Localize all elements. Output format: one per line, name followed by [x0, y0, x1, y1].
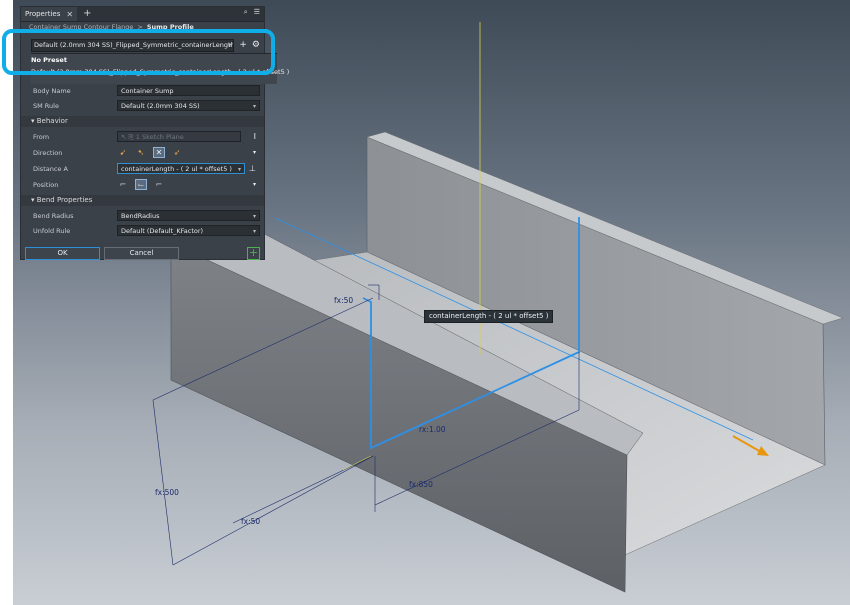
tab-label: Properties: [25, 10, 61, 18]
breadcrumb-current: Sump Profile: [146, 23, 194, 31]
direction-default-icon[interactable]: ➹: [117, 147, 129, 158]
bend-radius-value: BendRadius: [121, 212, 160, 220]
dim-bottom-flange[interactable]: fx:50: [241, 517, 260, 526]
section-bend-label: Bend Properties: [36, 196, 93, 204]
direction-symmetric-icon[interactable]: ✕: [153, 147, 165, 158]
body-name-input[interactable]: Container Sump: [117, 85, 260, 96]
ok-button[interactable]: OK: [25, 247, 100, 260]
dim-top-flange[interactable]: fx:50: [334, 296, 353, 305]
dim-height[interactable]: fx:500: [155, 488, 179, 497]
body-name-value: Container Sump: [121, 87, 174, 95]
from-value: 1 Sketch Plane: [135, 133, 184, 141]
menu-icon[interactable]: ☰: [254, 8, 260, 17]
sm-rule-label: SM Rule: [33, 101, 59, 110]
chevron-down-icon: ▾: [252, 228, 256, 235]
row-unfold-rule: Unfold Rule Default (Default_KFactor) ▾: [21, 224, 264, 237]
arrow-icon: ↖ ⎘: [121, 133, 136, 141]
unfold-rule-value: Default (Default_KFactor): [121, 227, 204, 235]
dim-width[interactable]: rx:1.00: [419, 425, 446, 434]
direction-label: Direction: [33, 148, 63, 157]
chevron-down-icon: ▾: [237, 166, 241, 173]
chevron-down-icon: ▾: [228, 40, 232, 49]
chevron-down-icon: ▾: [252, 103, 256, 110]
close-icon[interactable]: ✕: [66, 10, 73, 19]
row-position: Position ⌐ ⌙ ⌐ ▾: [21, 178, 264, 191]
cancel-button[interactable]: Cancel: [104, 247, 179, 260]
distance-a-input[interactable]: containerLength - ( 2 ul * offset5 ) ▾: [117, 163, 245, 174]
chevron-down-icon: ▾: [252, 213, 256, 220]
breadcrumb: Container Sump Contour Flange > Sump Pro…: [21, 22, 264, 32]
row-bend-radius: Bend Radius BendRadius ▾: [21, 209, 264, 222]
section-behavior-label: Behavior: [36, 117, 68, 125]
preset-menu-option[interactable]: Default (2.0mm 304 SS)_Flipped_Symmetric…: [31, 66, 289, 78]
sm-rule-select[interactable]: Default (2.0mm 304 SS) ▾: [117, 100, 260, 111]
unfold-rule-label: Unfold Rule: [33, 226, 71, 235]
sm-rule-value: Default (2.0mm 304 SS): [121, 102, 200, 110]
preset-menu-no-preset[interactable]: No Preset: [31, 54, 277, 66]
preset-selected-value: Default (2.0mm 304 SS)_Flipped_Symmetric…: [34, 40, 235, 49]
direction-asymmetric-icon[interactable]: ➶: [171, 147, 183, 158]
row-sm-rule: SM Rule Default (2.0mm 304 SS) ▾: [21, 99, 264, 112]
search-icon[interactable]: ⌕: [244, 8, 248, 17]
i-beam-icon[interactable]: Ⅰ: [254, 132, 256, 141]
dim-length[interactable]: fx:850: [409, 480, 433, 489]
preset-menu: No Preset Default (2.0mm 304 SS)_Flipped…: [31, 53, 289, 84]
row-body-name: Body Name Container Sump: [21, 84, 264, 97]
gear-icon[interactable]: ⚙: [252, 40, 260, 50]
preset-dropdown[interactable]: Default (2.0mm 304 SS)_Flipped_Symmetric…: [31, 38, 235, 52]
position-bend-icon[interactable]: ⌐: [153, 179, 165, 190]
add-preset-icon[interactable]: +: [239, 40, 247, 50]
direction-flipped-icon[interactable]: ➷: [135, 147, 147, 158]
bend-radius-select[interactable]: BendRadius ▾: [117, 210, 260, 221]
position-inside-icon[interactable]: ⌐: [117, 179, 129, 190]
measure-icon[interactable]: ⊥: [249, 164, 256, 173]
distance-tooltip: containerLength - ( 2 ul * offset5 ): [424, 310, 554, 323]
distance-a-label: Distance A: [33, 164, 68, 173]
position-label: Position: [33, 180, 59, 189]
bend-radius-label: Bend Radius: [33, 211, 74, 220]
breadcrumb-parent[interactable]: Container Sump Contour Flange: [29, 23, 133, 31]
panel-tab-bar: Properties ✕ + ⌕ ☰: [21, 7, 264, 22]
body-name-label: Body Name: [33, 86, 71, 95]
expand-icon[interactable]: ▾: [253, 181, 256, 188]
apply-new-button[interactable]: +: [247, 247, 260, 260]
unfold-rule-select[interactable]: Default (Default_KFactor) ▾: [117, 225, 260, 236]
section-behavior[interactable]: ▾ Behavior: [21, 116, 264, 127]
breadcrumb-separator: >: [137, 23, 143, 31]
distance-a-value: containerLength - ( 2 ul * offset5 ): [121, 165, 232, 173]
from-label: From: [33, 132, 50, 141]
section-bend-properties[interactable]: ▾ Bend Properties: [21, 195, 264, 206]
from-select[interactable]: ↖ ⎘ 1 Sketch Plane: [117, 131, 241, 142]
add-tab-icon[interactable]: +: [83, 9, 91, 19]
properties-panel: Properties ✕ + ⌕ ☰ Container Sump Contou…: [20, 6, 289, 260]
row-distance-a: Distance A containerLength - ( 2 ul * of…: [21, 162, 264, 175]
row-from: From ↖ ⎘ 1 Sketch Plane Ⅰ: [21, 130, 264, 143]
row-direction: Direction ➹ ➷ ✕ ➶ ▾: [21, 146, 264, 159]
tab-properties[interactable]: Properties ✕: [21, 7, 78, 21]
preset-row: Default (2.0mm 304 SS)_Flipped_Symmetric…: [31, 38, 260, 52]
position-outside-icon[interactable]: ⌙: [135, 179, 147, 190]
expand-icon[interactable]: ▾: [253, 149, 256, 156]
